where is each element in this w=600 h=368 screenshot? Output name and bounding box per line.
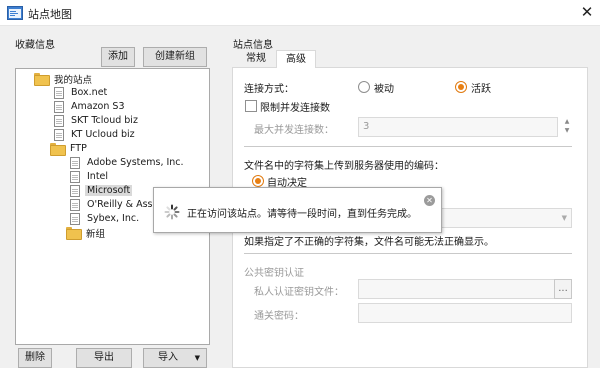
tree-item-label: Sybex, Inc. [87, 213, 140, 224]
limit-connections-checkbox[interactable] [245, 100, 257, 112]
private-key-label: 私人认证密钥文件： [254, 287, 344, 298]
max-connections-input[interactable]: 3 [358, 117, 558, 137]
tree-item-amazon-s3[interactable]: Amazon S3 [52, 99, 127, 114]
tree-item-label: Amazon S3 [71, 101, 125, 112]
passive-radio[interactable] [358, 81, 370, 93]
document-icon [70, 198, 80, 211]
active-label: 活跃 [471, 84, 491, 95]
tree-item-label: FTP [70, 143, 87, 154]
connect-mode-label: 连接方式： [244, 84, 294, 95]
document-icon [70, 170, 80, 183]
folder-icon [66, 227, 82, 240]
tree-item-label: Box.net [71, 87, 108, 98]
tree-item-new-group[interactable]: 新组 [66, 225, 107, 240]
folder-icon [34, 73, 50, 86]
document-icon [70, 212, 80, 225]
tree-item-label: Adobe Systems, Inc. [87, 157, 184, 168]
tree-item-label: KT Ucloud biz [71, 129, 135, 140]
tree-item-kt-ucloud[interactable]: KT Ucloud biz [52, 127, 137, 142]
export-button[interactable]: 导出 [76, 348, 132, 368]
tree-item-ftp[interactable]: FTP [50, 141, 89, 156]
tree-item-label: 新组 [86, 228, 106, 240]
limit-connections-label: 限制并发连接数 [260, 103, 330, 114]
divider [244, 146, 572, 147]
sitemap-app-icon [7, 6, 23, 20]
passive-label: 被动 [374, 84, 394, 95]
browse-button[interactable]: ... [554, 279, 572, 299]
title-bar: 站点地图 ✕ [0, 0, 600, 26]
document-icon [54, 100, 64, 113]
delete-button[interactable]: 删除 [18, 348, 52, 368]
tree-item-label: SKT Tcloud biz [71, 115, 138, 126]
tree-item-label: 我的站点 [54, 74, 93, 86]
window-title: 站点地图 [28, 8, 72, 21]
max-connections-label: 最大并发连接数： [254, 125, 334, 136]
favorites-section-title: 收藏信息 [15, 40, 55, 51]
close-icon[interactable]: ✕ [424, 195, 435, 206]
site-info-section-title: 站点信息 [233, 40, 273, 51]
tree-item-my-sites[interactable]: 我的站点 [34, 71, 94, 86]
passphrase-input[interactable] [358, 303, 572, 323]
encoding-warning: 如果指定了不正确的字符集，文件名可能无法正确显示。 [244, 237, 494, 248]
tab-general[interactable]: 常规 [236, 50, 276, 68]
popup-message: 正在访问该站点。请等待一段时间，直到任务完成。 [187, 209, 417, 220]
document-icon [70, 156, 80, 169]
document-icon [54, 86, 64, 99]
import-button-label: 导入 [158, 352, 178, 363]
tree-item-label: Microsoft [85, 185, 133, 196]
document-icon [54, 114, 64, 127]
active-radio[interactable] [455, 81, 467, 93]
tab-advanced[interactable]: 高级 [276, 50, 316, 68]
import-button[interactable]: 导入 ▼ [143, 348, 207, 368]
create-group-button[interactable]: 创建新组 [143, 47, 207, 67]
tree-item-box-net[interactable]: Box.net [52, 85, 109, 100]
tree-item-sybex[interactable]: Sybex, Inc. [68, 211, 141, 226]
chevron-down-icon: ▼ [561, 214, 567, 222]
divider [244, 253, 572, 254]
dropdown-arrow-icon: ▼ [194, 354, 200, 362]
close-icon[interactable]: ✕ [578, 3, 596, 21]
document-icon [70, 184, 80, 197]
spinner-icon [164, 204, 180, 220]
pubkey-section-title: 公共密钥认证 [244, 268, 304, 279]
loading-popup: 正在访问该站点。请等待一段时间，直到任务完成。 ✕ [153, 187, 442, 233]
add-button[interactable]: 添加 [101, 47, 135, 67]
encoding-label: 文件名中的字符集上传到服务器使用的编码： [244, 161, 444, 172]
max-connections-stepper[interactable]: ▲ ▼ [560, 117, 574, 137]
tree-item-adobe[interactable]: Adobe Systems, Inc. [68, 155, 186, 170]
passphrase-label: 通关密码： [254, 311, 304, 322]
auto-encoding-radio[interactable] [252, 175, 264, 187]
document-icon [54, 128, 64, 141]
folder-icon [50, 143, 66, 156]
private-key-input[interactable] [358, 279, 555, 299]
tree-item-skt-tcloud[interactable]: SKT Tcloud biz [52, 113, 140, 128]
tree-item-label: Intel [87, 171, 109, 182]
tree-item-microsoft[interactable]: Microsoft [68, 183, 133, 198]
tree-item-intel[interactable]: Intel [68, 169, 110, 184]
